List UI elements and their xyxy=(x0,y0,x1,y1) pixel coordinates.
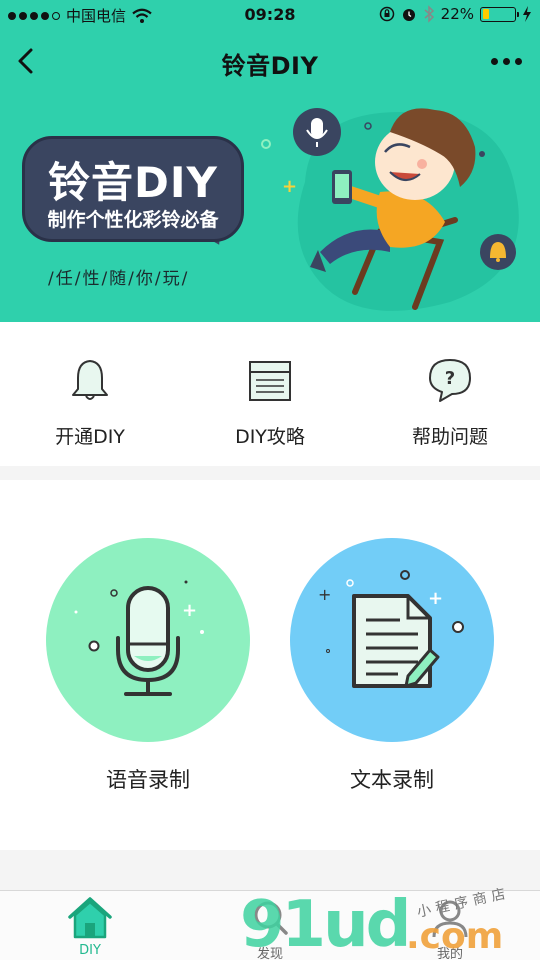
record-section: + 语音录制 + + 文本录制 xyxy=(0,480,540,850)
speech-bubble: 铃音DIY 制作个性化彩铃必备 xyxy=(22,136,244,242)
user-icon xyxy=(432,900,468,938)
cartoon-illustration: + xyxy=(261,108,519,311)
battery-percent: 22% xyxy=(440,5,474,23)
banner-slogan: /任/性/随/你/玩/ xyxy=(48,269,190,289)
page-title: 铃音DIY xyxy=(221,52,319,80)
text-record-circle: + + xyxy=(290,538,494,742)
quick-item-label: DIY攻略 xyxy=(235,426,305,448)
svg-text:?: ? xyxy=(445,368,455,389)
svg-text:+: + xyxy=(428,588,443,609)
tab-diy[interactable]: DIY xyxy=(0,891,180,960)
battery-fill xyxy=(482,9,490,19)
tab-label: 发现 xyxy=(256,947,283,960)
tab-bar: DIY 发现 我的 xyxy=(0,890,540,960)
charging-icon xyxy=(523,6,531,22)
voice-record-label: 语音录制 xyxy=(106,768,190,792)
quick-item-diy-guide[interactable]: DIY攻略 xyxy=(180,322,360,466)
quick-item-help[interactable]: ? 帮助问题 xyxy=(360,322,540,466)
bluetooth-icon xyxy=(424,5,434,23)
tab-discover[interactable]: 发现 xyxy=(180,891,360,960)
text-record-button[interactable]: + + 文本录制 xyxy=(290,538,494,792)
status-right: 22% xyxy=(379,5,532,23)
orientation-lock-icon xyxy=(379,6,394,22)
banner-subtitle: 制作个性化彩铃必备 xyxy=(47,209,219,231)
promo-banner[interactable]: 铃音DIY 制作个性化彩铃必备 /任/性/随/你/玩/ + xyxy=(0,92,540,322)
svg-text:+: + xyxy=(282,176,297,197)
tab-label: 我的 xyxy=(436,947,463,960)
home-icon xyxy=(68,897,112,939)
tab-mine[interactable]: 我的 xyxy=(360,891,540,960)
guide-document-icon xyxy=(249,361,291,401)
status-bar: 中国电信 09:28 22% xyxy=(0,0,540,32)
quick-item-label: 帮助问题 xyxy=(411,426,488,448)
banner-title: 铃音DIY xyxy=(48,158,218,207)
svg-text:+: + xyxy=(182,600,197,621)
search-icon xyxy=(254,901,288,935)
help-question-icon: ? xyxy=(429,359,471,402)
alarm-icon xyxy=(402,9,415,21)
microphone-icon: + xyxy=(74,580,204,696)
document-edit-icon: + + xyxy=(318,570,464,688)
nav-bar: 铃音DIY xyxy=(0,32,540,92)
quick-menu: 开通DIY DIY攻略 ? 帮助问题 xyxy=(0,322,540,466)
voice-record-circle: + xyxy=(46,538,250,742)
quick-item-open-diy[interactable]: 开通DIY xyxy=(0,322,180,466)
tab-label: DIY xyxy=(79,943,101,958)
bell-icon xyxy=(72,360,108,400)
battery-icon xyxy=(480,6,519,22)
quick-item-label: 开通DIY xyxy=(55,426,125,448)
text-record-label: 文本录制 xyxy=(350,768,434,792)
svg-text:+: + xyxy=(318,585,331,604)
page: 中国电信 09:28 22% 铃音DIY 铃音DIY 制作个性化彩铃必备 /任/… xyxy=(0,0,540,960)
more-dots-icon[interactable] xyxy=(491,58,522,65)
voice-record-button[interactable]: + 语音录制 xyxy=(46,538,250,792)
